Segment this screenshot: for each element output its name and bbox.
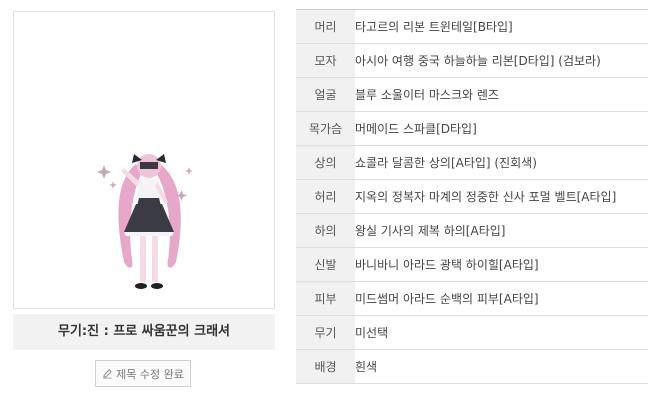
item-value: 흰색 bbox=[355, 349, 648, 384]
item-value: 머메이드 스파클[D타입] bbox=[355, 111, 648, 146]
item-value: 왕실 기사의 제복 하의[A타입] bbox=[355, 213, 648, 248]
item-value: 아시아 여행 중국 하늘하늘 리본[D타입] (검보라) bbox=[355, 43, 648, 78]
character-avatar-image bbox=[97, 154, 193, 289]
table-row: 무기 미선택 bbox=[296, 315, 648, 350]
character-preview bbox=[13, 11, 275, 309]
equipment-table: 머리 타고르의 리본 트윈테일[B타입] 모자 아시아 여행 중국 하늘하늘 리본[… bbox=[296, 9, 648, 384]
table-row: 신발 바니바니 아라드 광택 하이힐[A타입] bbox=[296, 247, 648, 282]
table-row: 상의 쇼콜라 달콤한 상의[A타입] (진회색) bbox=[296, 145, 648, 180]
item-value: 지옥의 정복자 마계의 정중한 신사 포멀 벨트[A타입] bbox=[355, 179, 648, 214]
table-row: 머리 타고르의 리본 트윈테일[B타입] bbox=[296, 9, 648, 44]
edit-title-button[interactable]: 제목 수정 완료 bbox=[95, 360, 191, 387]
slot-label: 배경 bbox=[296, 349, 355, 384]
item-value: 쇼콜라 달콤한 상의[A타입] (진회색) bbox=[355, 145, 648, 180]
edit-title-button-label: 제목 수정 완료 bbox=[116, 367, 184, 381]
table-row: 모자 아시아 여행 중국 하늘하늘 리본[D타입] (검보라) bbox=[296, 43, 648, 78]
item-value: 미선택 bbox=[355, 315, 648, 350]
pencil-icon bbox=[103, 369, 112, 379]
table-row: 배경 흰색 bbox=[296, 349, 648, 384]
item-value: 바니바니 아라드 광택 하이힐[A타입] bbox=[355, 247, 648, 282]
table-row: 피부 미드썸머 아라드 순백의 피부[A타입] bbox=[296, 281, 648, 316]
slot-label: 머리 bbox=[296, 9, 355, 44]
table-row: 허리 지옥의 정복자 마계의 정중한 신사 포멀 벨트[A타입] bbox=[296, 179, 648, 214]
table-row: 하의 왕실 기사의 제복 하의[A타입] bbox=[296, 213, 648, 248]
slot-label: 모자 bbox=[296, 43, 355, 78]
slot-label: 목가슴 bbox=[296, 111, 355, 146]
table-row: 얼굴 블루 소울이터 마스크와 렌즈 bbox=[296, 77, 648, 112]
slot-label: 얼굴 bbox=[296, 77, 355, 112]
weapon-title: 무기:진 : 프로 싸움꾼의 크래셔 bbox=[13, 314, 275, 350]
item-value: 미드썸머 아라드 순백의 피부[A타입] bbox=[355, 281, 648, 316]
slot-label: 하의 bbox=[296, 213, 355, 248]
item-value: 타고르의 리본 트윈테일[B타입] bbox=[355, 9, 648, 44]
slot-label: 무기 bbox=[296, 315, 355, 350]
slot-label: 피부 bbox=[296, 281, 355, 316]
slot-label: 상의 bbox=[296, 145, 355, 180]
item-value: 블루 소울이터 마스크와 렌즈 bbox=[355, 77, 648, 112]
slot-label: 허리 bbox=[296, 179, 355, 214]
table-row: 목가슴 머메이드 스파클[D타입] bbox=[296, 111, 648, 146]
slot-label: 신발 bbox=[296, 247, 355, 282]
